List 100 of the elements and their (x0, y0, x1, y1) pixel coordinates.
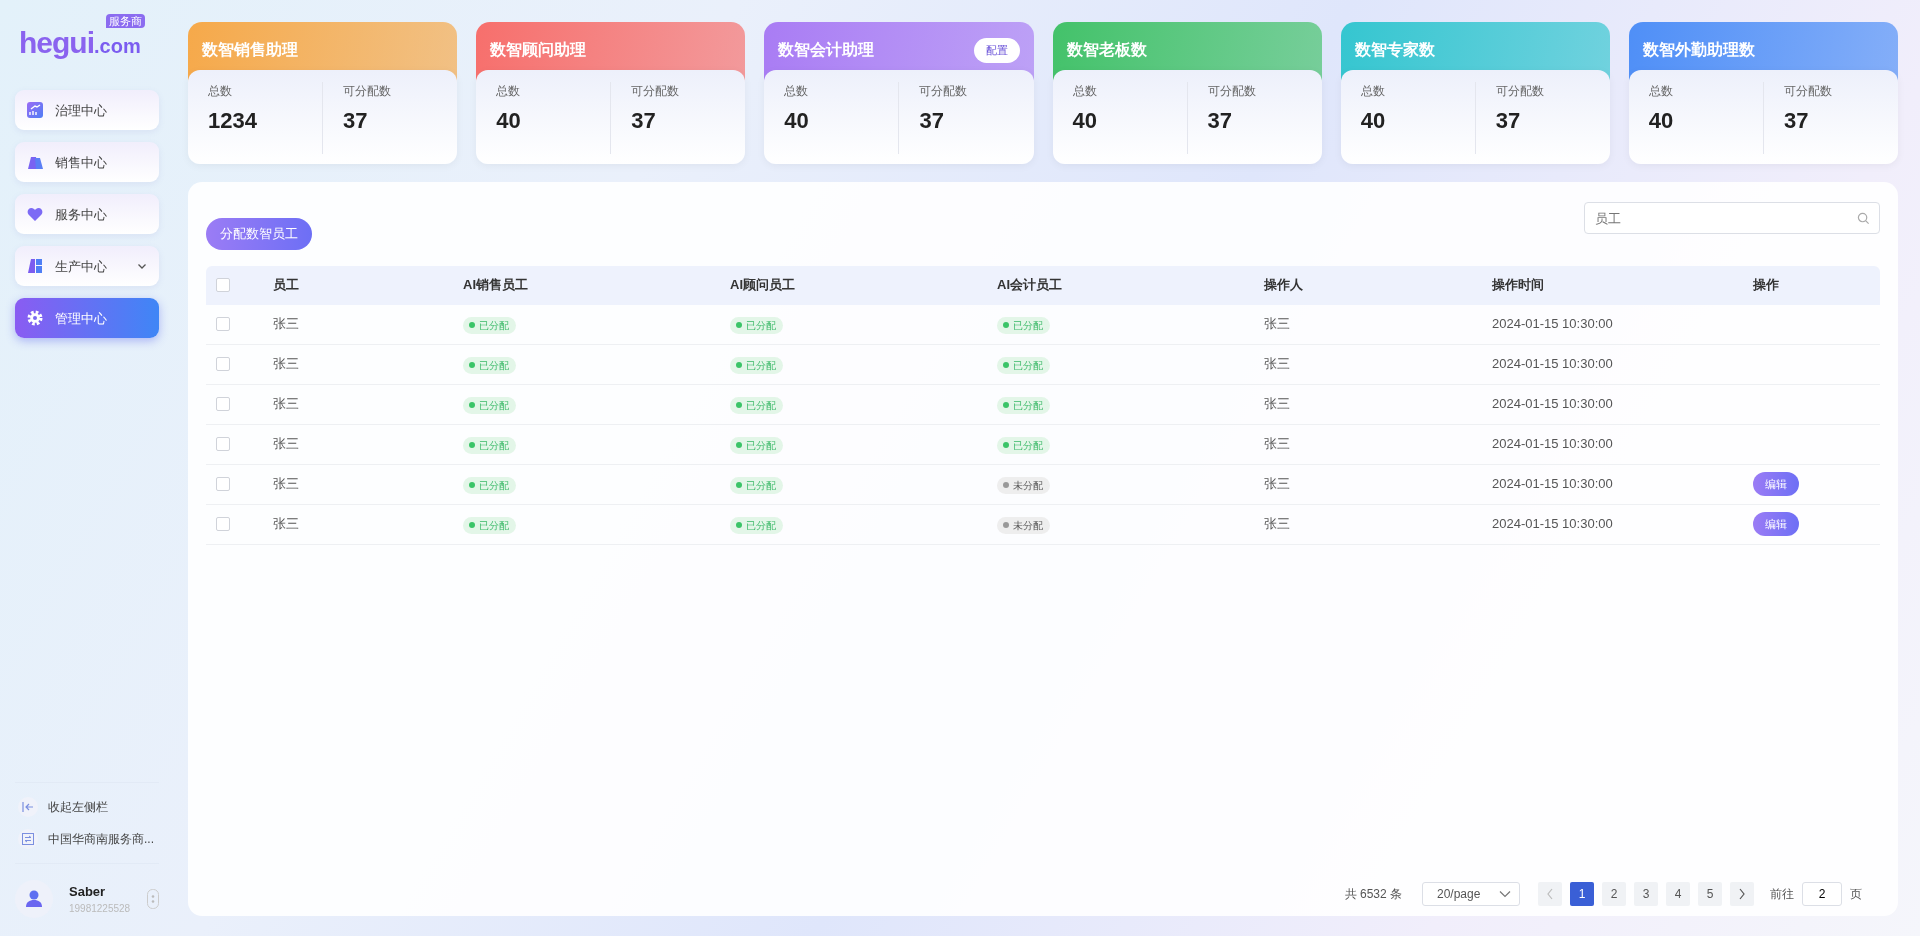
stat-value: 40 (1072, 107, 1098, 135)
checkbox[interactable] (216, 317, 230, 331)
logo-badge: 服务商 (106, 14, 145, 29)
tag-icon (27, 154, 43, 171)
page-input[interactable]: 2 (1802, 882, 1842, 906)
page-size-select[interactable]: 20/page (1422, 882, 1520, 906)
status-tag: 已分配 (730, 516, 783, 534)
config-button[interactable]: 配置 (973, 38, 1020, 63)
switch-icon (18, 829, 38, 849)
column-header: AI顾问员工 (730, 277, 795, 293)
next-page-button[interactable] (1730, 882, 1754, 906)
status-tag: 未分配 (997, 476, 1050, 494)
checkbox[interactable] (216, 437, 230, 451)
edit-button[interactable]: 编辑 (1753, 511, 1799, 537)
chart-icon (27, 102, 43, 119)
assign-button[interactable]: 分配数智员工 (206, 218, 312, 250)
table-cell: 张三 (273, 516, 299, 532)
table-cell: 2024-01-15 10:30:00 (1492, 356, 1613, 372)
checkbox[interactable] (216, 278, 230, 292)
status-tag: 已分配 (730, 436, 783, 454)
status-tag: 已分配 (997, 436, 1050, 454)
status-tag: 已分配 (463, 516, 516, 534)
checkbox[interactable] (216, 477, 230, 491)
table-cell: 2024-01-15 10:30:00 (1492, 316, 1613, 332)
prev-page-button[interactable] (1538, 882, 1562, 906)
status-tag: 已分配 (997, 396, 1050, 414)
page-button[interactable]: 5 (1698, 882, 1722, 906)
column-header: AI会计员工 (997, 277, 1062, 293)
status-tag: 已分配 (730, 396, 783, 414)
table-cell: 张三 (1264, 436, 1290, 452)
stat-label: 总数 (784, 83, 810, 100)
stat-value: 37 (919, 107, 945, 135)
stat-value: 37 (1207, 107, 1234, 135)
column-header: 员工 (273, 277, 299, 293)
page-unit: 页 (1850, 886, 1862, 903)
stat-value: 37 (631, 107, 657, 135)
sidebar-item[interactable]: 管理中心 (15, 298, 159, 339)
status-tag: 已分配 (730, 476, 783, 494)
checkbox[interactable] (216, 517, 230, 531)
table-cell: 张三 (1264, 396, 1290, 412)
chevron-right-icon (1738, 888, 1746, 900)
search-icon (1857, 212, 1870, 225)
user-phone: 19981225528 (69, 902, 131, 917)
table-cell: 张三 (273, 476, 299, 492)
avatar-icon[interactable] (15, 880, 53, 918)
stat-value: 40 (1360, 107, 1387, 135)
stat-label: 总数 (1360, 83, 1386, 100)
page-button[interactable]: 2 (1602, 882, 1626, 906)
collapse-icon (18, 797, 38, 817)
settings-icon (27, 310, 43, 327)
logo: hegui.com (19, 28, 141, 59)
sidebar-item[interactable]: 生产中心 (15, 246, 159, 287)
table-cell: 张三 (1264, 356, 1290, 372)
status-tag: 未分配 (997, 516, 1050, 534)
caret-icon (1499, 890, 1511, 898)
total-count: 共 6532 条 (1344, 886, 1402, 903)
stat-label: 可分配数 (1495, 83, 1545, 100)
status-tag: 已分配 (463, 396, 516, 414)
page-button[interactable]: 4 (1666, 882, 1690, 906)
stat-value: 40 (784, 107, 810, 135)
user-name: Saber (69, 882, 107, 901)
card-title: 数智专家数 (1354, 40, 1435, 60)
heart-icon (27, 206, 43, 223)
table-cell: 张三 (273, 436, 299, 452)
stat-value: 37 (1783, 107, 1810, 135)
sidebar-item[interactable]: 服务中心 (15, 194, 159, 235)
sidebar-link[interactable]: 收起左侧栏 (15, 791, 160, 823)
stat-value: 37 (343, 107, 369, 135)
column-header: AI销售员工 (463, 277, 528, 293)
sidebar-item[interactable]: 销售中心 (15, 142, 159, 183)
stat-value: 40 (496, 107, 522, 135)
status-tag: 已分配 (463, 476, 516, 494)
status-tag: 已分配 (997, 356, 1050, 374)
stat-value: 37 (1495, 107, 1522, 135)
table-cell: 2024-01-15 10:30:00 (1492, 396, 1613, 412)
status-tag: 已分配 (463, 436, 516, 454)
stat-label: 可分配数 (343, 83, 393, 100)
chevron-left-icon (1546, 888, 1554, 900)
edit-button[interactable]: 编辑 (1753, 471, 1799, 497)
stat-label: 总数 (208, 83, 233, 100)
stat-label: 总数 (1648, 83, 1674, 100)
sidebar-item[interactable]: 治理中心 (15, 90, 159, 131)
table-cell: 张三 (273, 356, 299, 372)
checkbox[interactable] (216, 357, 230, 371)
page-button[interactable]: 3 (1634, 882, 1658, 906)
more-icon[interactable] (147, 889, 159, 909)
table-cell: 2024-01-15 10:30:00 (1492, 476, 1613, 492)
status-tag: 已分配 (730, 356, 783, 374)
checkbox[interactable] (216, 397, 230, 411)
stat-value: 40 (1648, 107, 1675, 135)
column-header: 操作时间 (1492, 277, 1544, 293)
search-field[interactable]: 员工 (1584, 202, 1880, 234)
status-tag: 已分配 (463, 356, 516, 374)
sidebar-link[interactable]: 中国华商南服务商... (15, 823, 160, 855)
status-tag: 已分配 (730, 316, 783, 334)
status-tag: 已分配 (463, 316, 516, 334)
card-title: 数智销售助理 (202, 40, 298, 60)
card-title: 数智外勤助理数 (1642, 40, 1755, 60)
table-cell: 张三 (1264, 516, 1290, 532)
page-button[interactable]: 1 (1570, 882, 1594, 906)
